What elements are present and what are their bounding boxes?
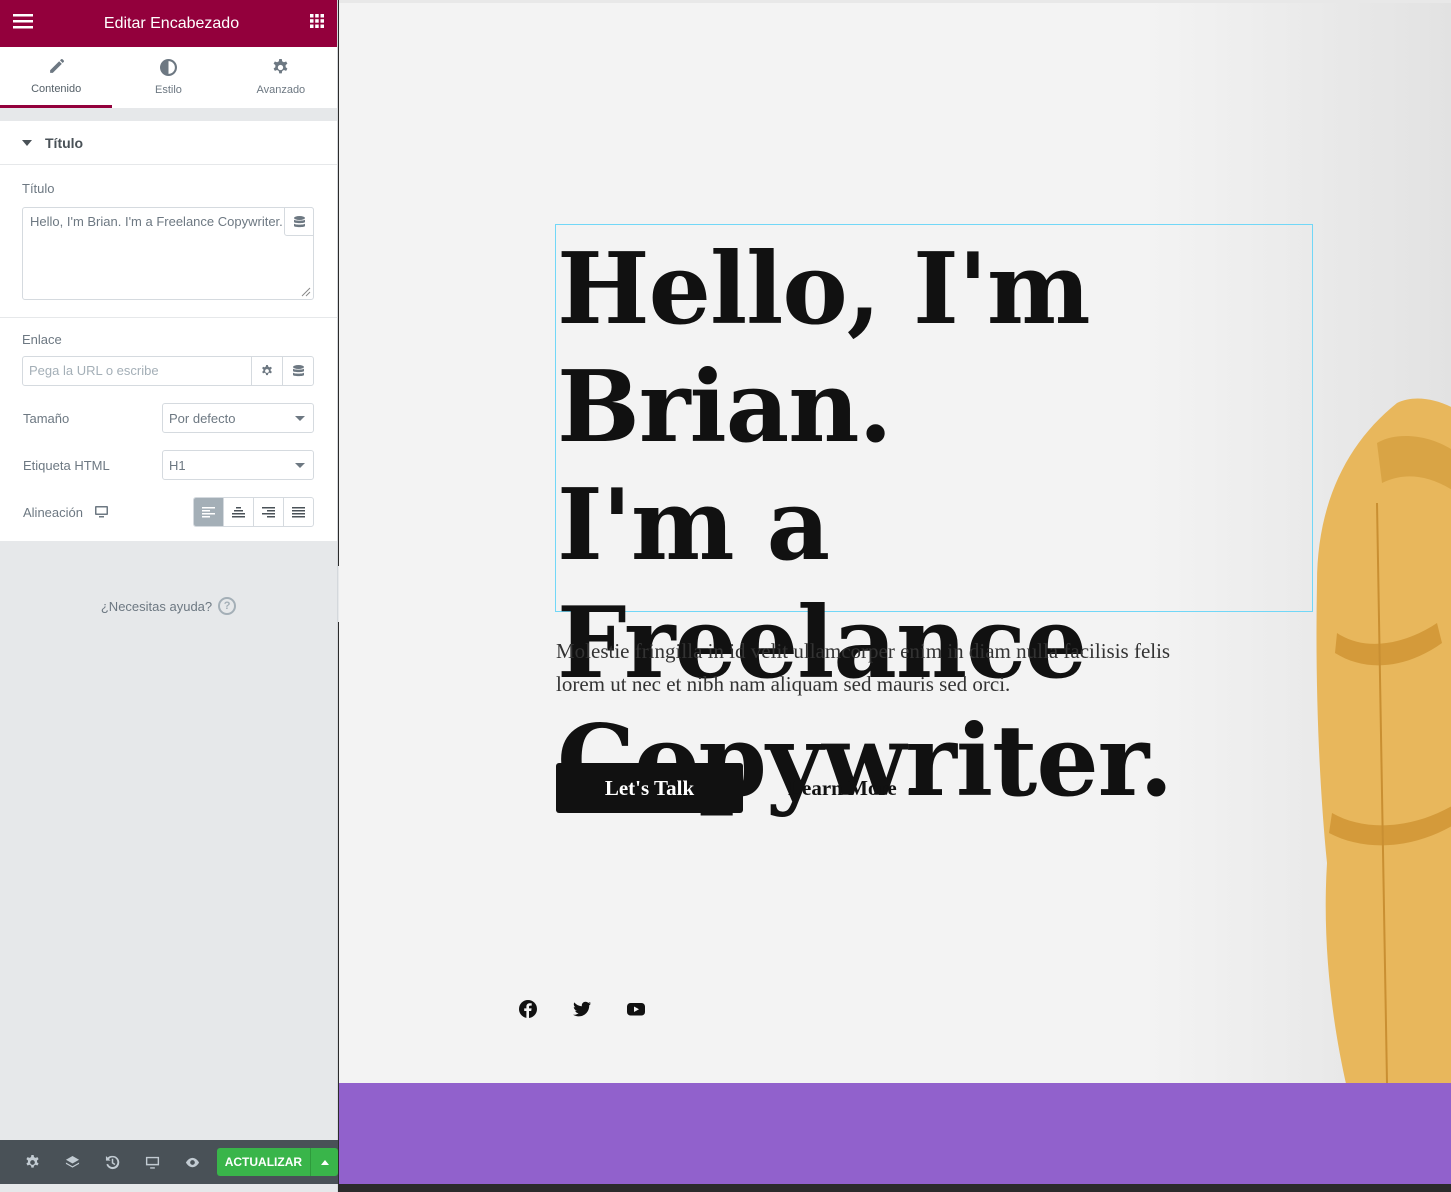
hamburger-icon[interactable]: [13, 13, 33, 34]
update-button[interactable]: ACTUALIZAR: [216, 1148, 311, 1176]
tab-contenido[interactable]: Contenido: [0, 47, 113, 108]
size-value: Por defecto: [169, 410, 236, 426]
eye-icon: [186, 1157, 200, 1167]
history-icon: [105, 1155, 120, 1169]
size-control: Tamaño Por defecto: [0, 403, 337, 433]
align-justify-button[interactable]: [283, 498, 313, 526]
link-input[interactable]: Pega la URL o escribe: [23, 357, 251, 385]
align-right-button[interactable]: [253, 498, 283, 526]
youtube-icon[interactable]: [627, 1000, 645, 1018]
twitter-icon[interactable]: [573, 1000, 591, 1018]
editor-panel: Editar Encabezado Contenido Estilo Avanz…: [0, 0, 339, 1192]
html-tag-label: Etiqueta HTML: [23, 457, 110, 473]
lets-talk-button[interactable]: Let's Talk: [556, 763, 743, 813]
link-label: Enlace: [22, 332, 62, 347]
panel-title: Editar Encabezado: [103, 14, 240, 32]
tab-avanzado[interactable]: Avanzado: [225, 47, 337, 108]
history-button[interactable]: [92, 1140, 132, 1184]
grid-icon[interactable]: [310, 14, 324, 33]
chevron-down-icon: [295, 416, 305, 421]
resize-handle-icon[interactable]: [301, 287, 311, 297]
panel-tabs: Contenido Estilo Avanzado: [0, 47, 337, 109]
next-section-band: [339, 1083, 1451, 1184]
link-control: Enlace Pega la URL o escribe: [0, 318, 337, 386]
alignment-buttons: [193, 497, 314, 527]
question-icon: ?: [218, 597, 237, 615]
tab-label: Estilo: [155, 84, 182, 96]
navigator-button[interactable]: [52, 1140, 92, 1184]
align-right-icon: [262, 506, 275, 517]
gear-icon: [273, 59, 288, 74]
update-group: ACTUALIZAR: [216, 1148, 339, 1176]
link-dynamic-button[interactable]: [282, 357, 313, 385]
hero-heading[interactable]: Hello, I'm Brian. I'm a Freelance Copywr…: [557, 231, 1317, 821]
update-options-button[interactable]: [310, 1148, 339, 1176]
size-label: Tamaño: [23, 410, 70, 426]
controls: Título Hello, I'm Brian. I'm a Freelance…: [0, 165, 337, 541]
align-center-icon: [232, 506, 245, 517]
section-title: Título: [45, 134, 84, 151]
html-tag-control: Etiqueta HTML H1: [0, 450, 337, 480]
alignment-label-wrap: Alineación: [23, 505, 108, 520]
link-options-button[interactable]: [251, 357, 282, 385]
section-toggle-titulo[interactable]: Título: [0, 121, 337, 165]
chevron-down-icon: [295, 463, 305, 468]
gear-icon: [262, 365, 272, 376]
title-label: Título: [22, 181, 55, 196]
align-left-icon: [202, 506, 215, 517]
tab-label: Contenido: [31, 82, 82, 95]
database-icon: [293, 215, 305, 227]
html-tag-value: H1: [169, 457, 186, 473]
tab-label: Avanzado: [256, 84, 306, 96]
preview-canvas: Hello, I'm Brian. I'm a Freelance Copywr…: [339, 0, 1451, 1184]
database-icon: [292, 365, 304, 377]
person-image: [1316, 398, 1451, 1088]
title-value: Hello, I'm Brian. I'm a Freelance Copywr…: [30, 214, 283, 229]
hero-paragraph[interactable]: Molestie fringilla in id velit ullamcorp…: [556, 635, 1196, 701]
contrast-icon: [159, 59, 177, 76]
divider: [0, 109, 337, 121]
desktop-icon[interactable]: [95, 506, 108, 518]
tab-estilo[interactable]: Estilo: [112, 47, 224, 108]
settings-button[interactable]: [12, 1140, 52, 1184]
panel-footer: ACTUALIZAR: [0, 1140, 339, 1184]
learn-more-label: Learn More: [788, 776, 897, 800]
alignment-control: Alineación: [0, 497, 337, 527]
social-icons: [519, 1000, 645, 1018]
preview-button[interactable]: [173, 1140, 213, 1184]
title-textarea[interactable]: Hello, I'm Brian. I'm a Freelance Copywr…: [22, 207, 314, 300]
panel-header: Editar Encabezado: [0, 0, 337, 47]
caret-down-icon: [22, 139, 32, 146]
align-center-button[interactable]: [223, 498, 253, 526]
gear-icon: [25, 1154, 39, 1168]
responsive-button[interactable]: [132, 1140, 172, 1184]
heading-line: Hello, I'm Brian.: [557, 232, 1091, 465]
html-tag-select[interactable]: H1: [162, 450, 314, 480]
learn-more-link[interactable]: Learn More: [788, 776, 927, 801]
help-link[interactable]: ¿Necesitas ayuda? ?: [0, 597, 337, 615]
layers-icon: [65, 1155, 79, 1168]
link-field: Pega la URL o escribe: [22, 356, 314, 386]
align-justify-icon: [292, 506, 305, 517]
desktop-icon: [145, 1156, 160, 1169]
size-select[interactable]: Por defecto: [162, 403, 314, 433]
facebook-icon[interactable]: [519, 1000, 537, 1018]
elementor-editor: Editar Encabezado Contenido Estilo Avanz…: [0, 0, 1451, 1192]
help-text: ¿Necesitas ayuda?: [100, 598, 213, 614]
caret-up-icon: [320, 1159, 329, 1165]
dynamic-tags-button[interactable]: [284, 207, 314, 236]
pencil-icon: [49, 58, 64, 73]
title-control: Título Hello, I'm Brian. I'm a Freelance…: [0, 165, 337, 318]
arrow-right-icon: [908, 784, 927, 793]
alignment-label: Alineación: [23, 504, 83, 520]
align-left-button[interactable]: [194, 498, 223, 526]
